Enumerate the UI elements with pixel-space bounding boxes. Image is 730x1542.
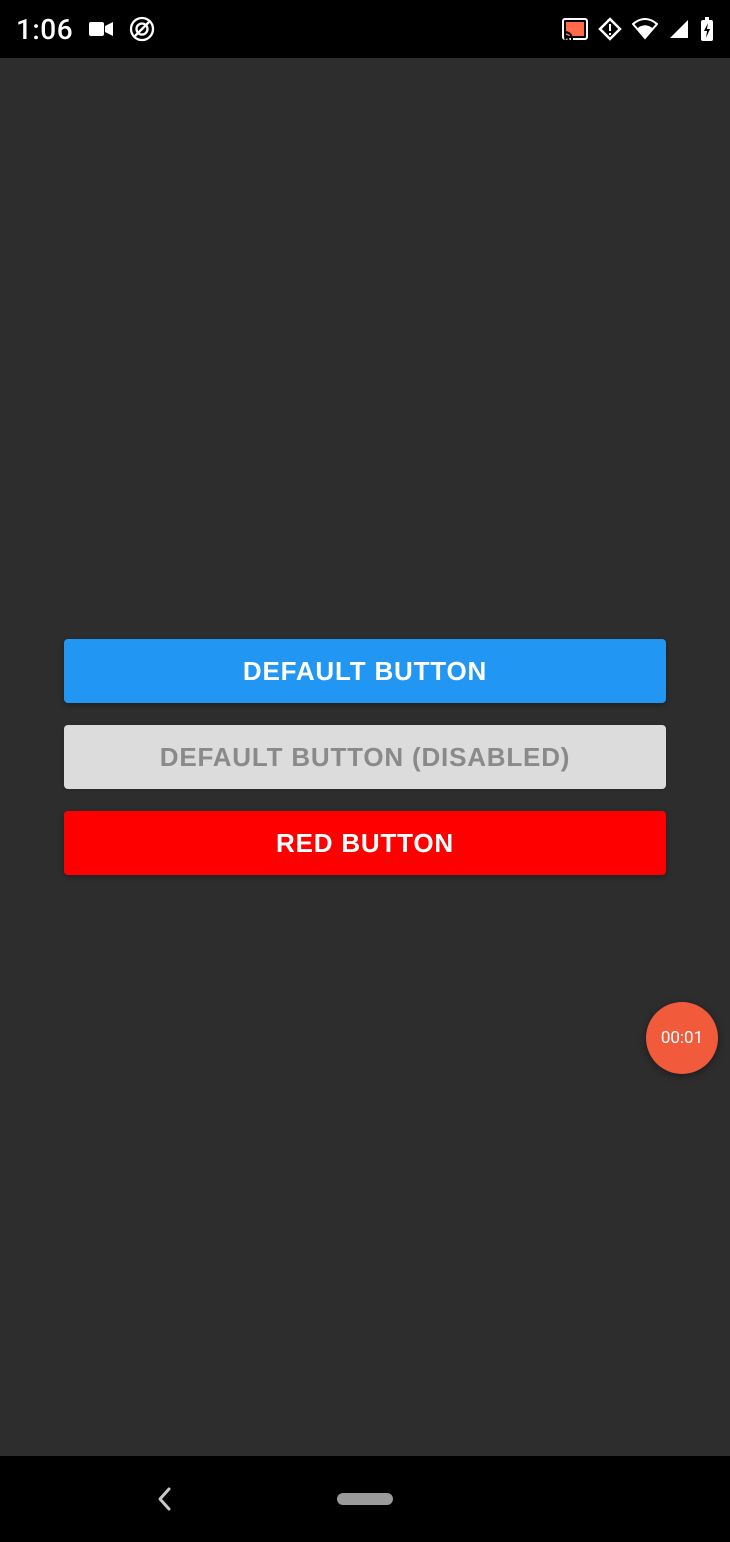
recording-bubble[interactable]: 00:01 [646, 1002, 718, 1074]
red-button[interactable]: RED BUTTON [64, 811, 666, 875]
cast-icon [562, 18, 588, 40]
home-pill[interactable] [337, 1493, 393, 1505]
default-button-disabled: DEFAULT BUTTON (DISABLED) [64, 725, 666, 789]
status-left-group: 1:06 [16, 13, 155, 46]
status-bar: 1:06 [0, 0, 730, 58]
battery-charging-icon [700, 17, 714, 41]
navigation-bar [0, 1456, 730, 1542]
dnd-circle-icon [129, 16, 155, 42]
recording-timer: 00:01 [661, 1028, 703, 1048]
back-icon[interactable] [155, 1485, 173, 1513]
default-button[interactable]: DEFAULT BUTTON [64, 639, 666, 703]
video-camera-icon [89, 20, 113, 38]
signal-icon [668, 18, 690, 40]
app-body: DEFAULT BUTTON DEFAULT BUTTON (DISABLED)… [0, 58, 730, 1456]
vibrate-icon [598, 17, 622, 41]
status-right-group [562, 17, 714, 41]
wifi-icon [632, 18, 658, 40]
status-time: 1:06 [16, 13, 73, 46]
